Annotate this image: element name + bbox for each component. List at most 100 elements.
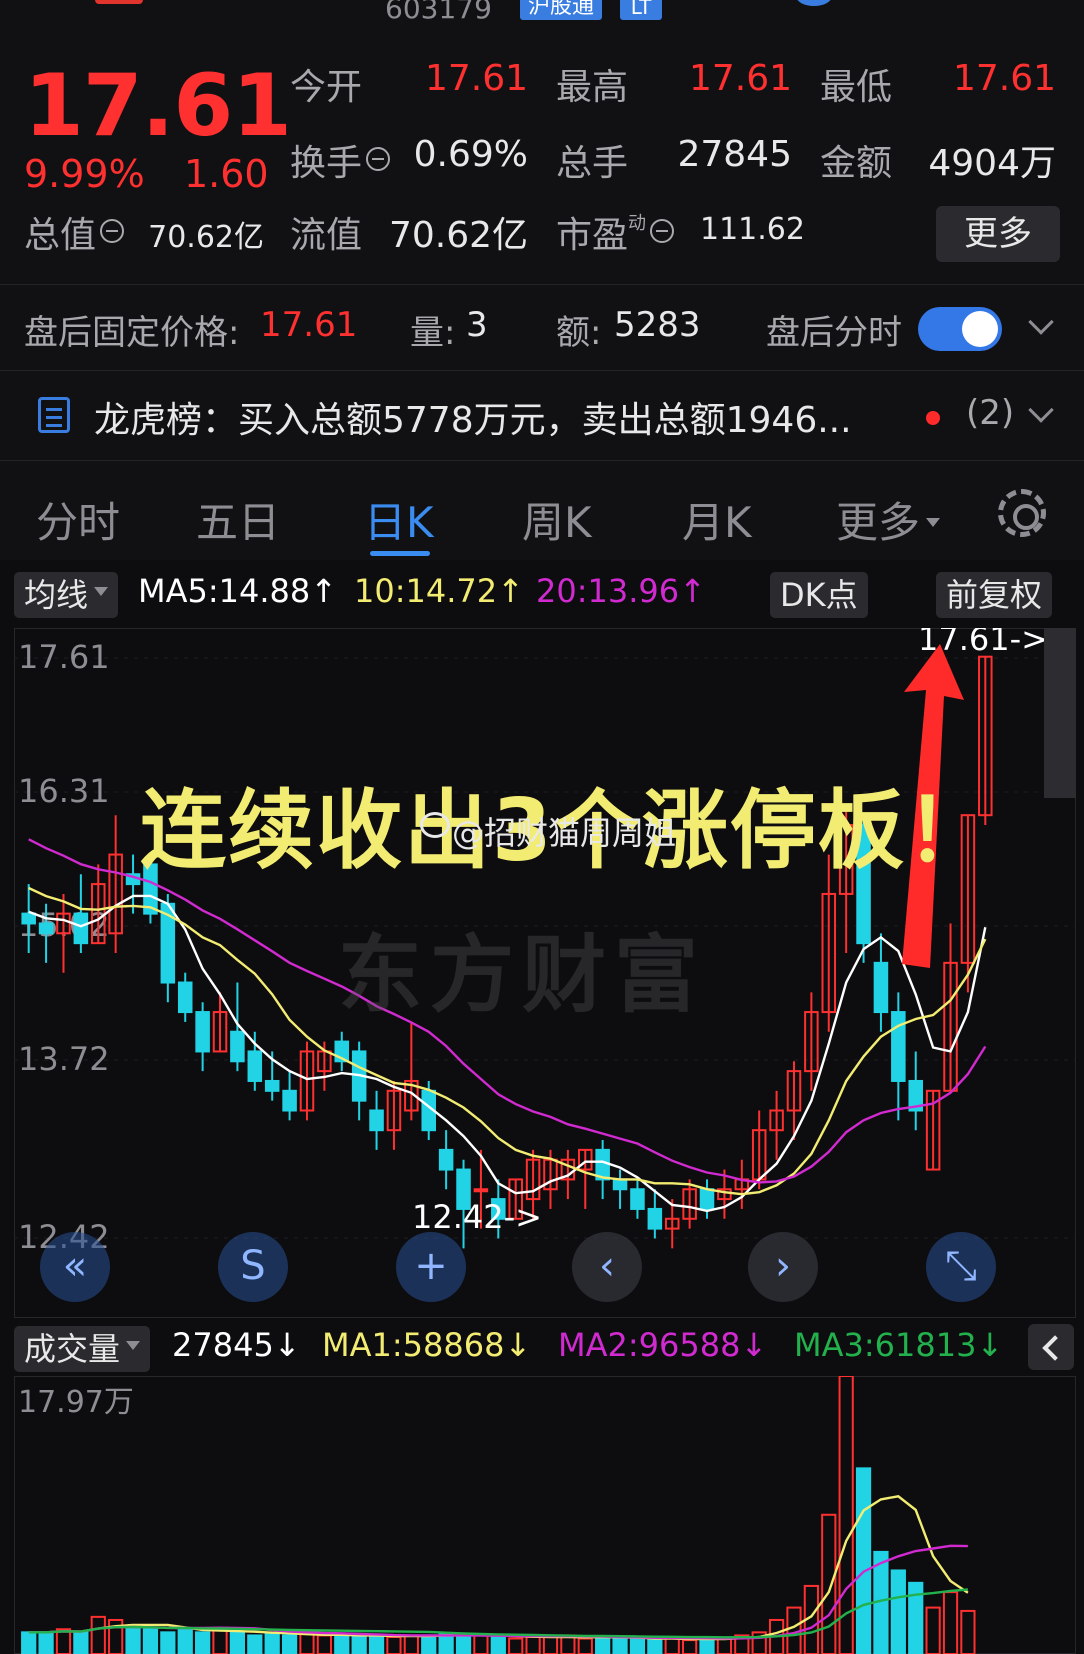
chevron-down-icon[interactable] bbox=[1028, 309, 1054, 335]
chevron-left-icon[interactable]: ‹ bbox=[572, 1232, 642, 1302]
double-chevron-left-icon[interactable]: « bbox=[40, 1232, 110, 1302]
scroll-thumb bbox=[1044, 628, 1076, 798]
chevron-down-icon[interactable] bbox=[1028, 397, 1054, 423]
high-label: 最高 bbox=[556, 67, 629, 108]
turnover-label: 换手 bbox=[290, 134, 391, 186]
tab-weekly-k[interactable]: 周K bbox=[522, 489, 592, 550]
volume-chart[interactable]: 17.97万 bbox=[14, 1375, 1076, 1654]
ma-selector[interactable]: 均线 bbox=[14, 572, 119, 618]
low-label: 最低 bbox=[820, 67, 893, 108]
adjust-button[interactable]: 前复权 bbox=[936, 572, 1053, 618]
volume-bar bbox=[682, 1639, 698, 1654]
dk-point-button[interactable]: DK点 bbox=[770, 572, 868, 618]
collapse-panel-button[interactable] bbox=[1028, 1324, 1074, 1370]
news-banner[interactable]: 龙虎榜：买入总额5778万元，卖出总额1946... (2) bbox=[0, 370, 1084, 460]
volume-bar bbox=[595, 1635, 611, 1654]
volume-bar bbox=[855, 1467, 872, 1654]
plus-icon[interactable]: + bbox=[396, 1232, 466, 1302]
volume-bar bbox=[316, 1634, 332, 1654]
volume-bar bbox=[281, 1634, 298, 1654]
volume-bar bbox=[90, 1615, 106, 1654]
caret-down-icon bbox=[94, 587, 109, 596]
market-cap-info-icon[interactable] bbox=[100, 219, 125, 243]
pe-label: 市盈动 bbox=[556, 206, 675, 258]
more-quote-button[interactable]: 更多 bbox=[936, 206, 1060, 262]
candle-body bbox=[612, 1178, 628, 1191]
volume-bar bbox=[455, 1634, 472, 1654]
candle-body bbox=[873, 961, 889, 1014]
low-value: 17.61 bbox=[952, 58, 1056, 99]
header-red-chip bbox=[95, 0, 143, 4]
expand-icon[interactable]: ⤡ bbox=[926, 1232, 996, 1302]
active-tab-underline bbox=[370, 551, 430, 556]
tab-five-day[interactable]: 五日 bbox=[196, 489, 280, 550]
volume-bar bbox=[473, 1634, 489, 1654]
volume-bar bbox=[351, 1635, 367, 1654]
volume-bar bbox=[508, 1637, 524, 1654]
open-label: 今开 bbox=[290, 67, 363, 108]
volume-bar bbox=[647, 1639, 663, 1654]
after-hours-row: 盘后固定价格: 17.61 量: 3 额: 5283 盘后分时 bbox=[0, 284, 1084, 370]
candle-body bbox=[891, 1011, 906, 1082]
volume-bar bbox=[212, 1628, 228, 1654]
caret-down-icon bbox=[126, 1341, 141, 1350]
candle-body bbox=[282, 1089, 297, 1112]
volume-bar bbox=[699, 1637, 715, 1654]
tab-daily-k[interactable]: 日K bbox=[364, 489, 434, 550]
strategy-s-icon[interactable]: S bbox=[218, 1232, 288, 1302]
candle-body bbox=[473, 1188, 489, 1193]
volume-bar bbox=[142, 1628, 159, 1654]
pe-value: 111.62 bbox=[700, 212, 805, 247]
volume-bar bbox=[542, 1635, 559, 1654]
pe-info-icon[interactable] bbox=[650, 219, 675, 243]
after-hours-qty-label: 量: bbox=[410, 313, 456, 353]
volume-selector[interactable]: 成交量 bbox=[14, 1326, 151, 1372]
volume-bar bbox=[577, 1637, 593, 1654]
volume-bar bbox=[942, 1591, 959, 1654]
volume-bar bbox=[264, 1632, 280, 1654]
candle-body bbox=[73, 912, 89, 945]
volume-value: 27845 bbox=[677, 134, 792, 175]
volume-bar bbox=[299, 1632, 315, 1654]
volume-ma3-line bbox=[28, 1588, 968, 1639]
stock-code: 603179 bbox=[385, 0, 492, 25]
volume-bar bbox=[403, 1634, 419, 1654]
change-amount: 1.60 bbox=[184, 152, 269, 196]
caret-down-icon bbox=[926, 518, 941, 527]
candle-body bbox=[177, 981, 193, 1014]
candle-body bbox=[699, 1188, 715, 1210]
after-hours-amt-label: 额: bbox=[556, 313, 602, 353]
volume-bar bbox=[821, 1513, 837, 1654]
ma20-value: 20:13.96↑ bbox=[536, 572, 706, 610]
volume-bar bbox=[612, 1637, 628, 1654]
volume-bar bbox=[421, 1634, 437, 1654]
high-value: 17.61 bbox=[688, 58, 792, 99]
candle-body bbox=[21, 912, 36, 925]
y-tick-label: 17.61 bbox=[18, 638, 110, 676]
change-percent: 9.99% bbox=[24, 152, 145, 196]
volume-bar bbox=[890, 1569, 906, 1654]
candle-body bbox=[647, 1207, 663, 1230]
volume-label: 总手 bbox=[556, 143, 629, 184]
candle-body bbox=[230, 1030, 245, 1063]
candle-body bbox=[247, 1050, 263, 1082]
y-tick-label: 16.31 bbox=[18, 772, 110, 810]
turnover-info-icon[interactable] bbox=[366, 147, 391, 171]
chart-tabs: 分时 五日 日K 周K 月K 更多 bbox=[0, 460, 1084, 560]
volume-bar bbox=[525, 1635, 541, 1654]
volume-latest: 27845↓ bbox=[172, 1326, 301, 1364]
volume-bar bbox=[925, 1606, 941, 1654]
tab-monthly-k[interactable]: 月K bbox=[682, 489, 752, 550]
tab-timeshare[interactable]: 分时 bbox=[36, 489, 120, 550]
amount-label: 金额 bbox=[820, 143, 893, 184]
after-hours-price-value: 17.61 bbox=[260, 305, 358, 345]
volume-bar bbox=[160, 1631, 176, 1654]
tab-more[interactable]: 更多 bbox=[836, 489, 941, 550]
after-hours-toggle[interactable] bbox=[918, 307, 1002, 351]
volume-bar bbox=[716, 1637, 733, 1654]
volume-bar bbox=[247, 1634, 263, 1654]
gear-icon[interactable] bbox=[998, 489, 1046, 537]
volume-ma2: MA2:96588↓ bbox=[558, 1326, 768, 1364]
chevron-right-icon[interactable]: › bbox=[748, 1232, 818, 1302]
low-price-marker: 12.42-> bbox=[412, 1198, 542, 1236]
